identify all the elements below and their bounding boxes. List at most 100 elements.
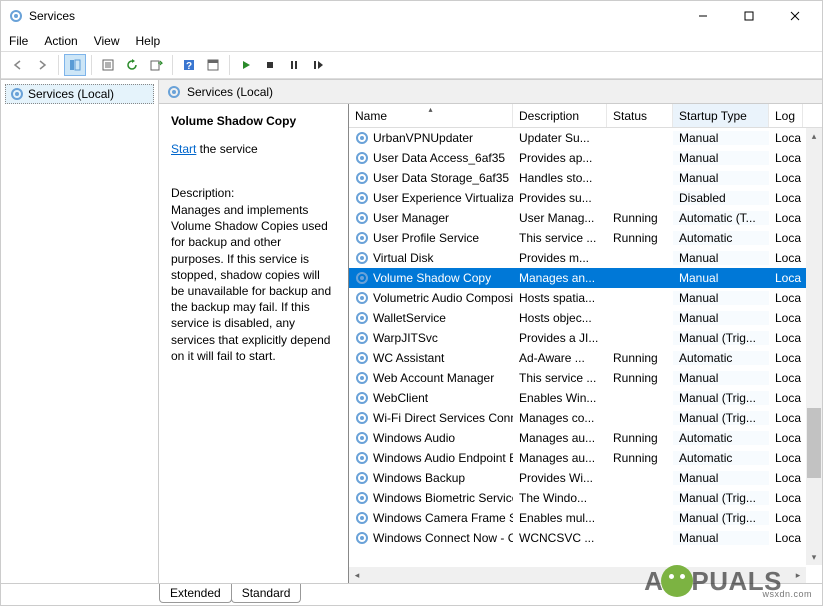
service-row[interactable]: Windows BackupProvides Wi...ManualLoca [349,468,822,488]
service-row[interactable]: Volumetric Audio Composit...Hosts spatia… [349,288,822,308]
start-service-button[interactable] [235,54,257,76]
cell-description: Provides Wi... [513,471,607,485]
cell-description: Manages au... [513,431,607,445]
col-status[interactable]: Status [607,104,673,127]
col-name[interactable]: ▴ Name [349,104,513,127]
cell-name: User Experience Virtualizati... [349,191,513,205]
cell-name-text: Windows Biometric Service [373,491,513,505]
cell-name-text: Wi-Fi Direct Services Conne... [373,411,513,425]
col-log[interactable]: Log [769,104,803,127]
service-row[interactable]: User Experience Virtualizati...Provides … [349,188,822,208]
cell-name: User Profile Service [349,231,513,245]
show-hide-tree-button[interactable] [64,54,86,76]
cell-startup: Manual [673,371,769,385]
service-row[interactable]: UrbanVPNUpdaterUpdater Su...ManualLoca [349,128,822,148]
detail-panel: Volume Shadow Copy Start the service Des… [159,104,349,583]
view-button[interactable] [202,54,224,76]
service-row[interactable]: User ManagerUser Manag...RunningAutomati… [349,208,822,228]
cell-name-text: Volumetric Audio Composit... [373,291,513,305]
vertical-scrollbar[interactable]: ▴ ▾ [806,128,822,565]
menu-view[interactable]: View [94,34,120,48]
scroll-thumb[interactable] [807,408,821,478]
gear-icon [355,531,369,545]
cell-name: User Data Storage_6af35 [349,171,513,185]
service-row[interactable]: WebClientEnables Win...Manual (Trig...Lo… [349,388,822,408]
scroll-up-button[interactable]: ▴ [806,128,822,144]
service-row[interactable]: Windows AudioManages au...RunningAutomat… [349,428,822,448]
service-row[interactable]: Virtual DiskProvides m...ManualLoca [349,248,822,268]
service-row[interactable]: WC AssistantAd-Aware ...RunningAutomatic… [349,348,822,368]
start-service-link[interactable]: Start [171,142,196,156]
toolbar-separator [229,55,230,75]
cell-description: Provides su... [513,191,607,205]
gear-icon [10,87,24,101]
main-area: Services (Local) Services (Local) Volume… [1,79,822,583]
titlebar: Services [1,1,822,31]
cell-description: This service ... [513,371,607,385]
service-row[interactable]: Windows Biometric ServiceThe Windo...Man… [349,488,822,508]
scroll-down-button[interactable]: ▾ [806,549,822,565]
maximize-button[interactable] [726,1,772,31]
menu-action[interactable]: Action [44,34,77,48]
stop-service-button[interactable] [259,54,281,76]
cell-name: WebClient [349,391,513,405]
restart-service-button[interactable] [307,54,329,76]
cell-log: Loca [769,271,803,285]
properties-button[interactable] [97,54,119,76]
back-button[interactable] [7,54,29,76]
cell-startup: Manual [673,471,769,485]
menu-help[interactable]: Help [136,34,161,48]
scroll-left-button[interactable]: ◂ [349,567,365,583]
export-button[interactable] [145,54,167,76]
gear-icon [355,271,369,285]
cell-name: Web Account Manager [349,371,513,385]
scroll-right-button[interactable]: ▸ [790,567,806,583]
menu-file[interactable]: File [9,34,28,48]
service-row[interactable]: WarpJITSvcProvides a JI...Manual (Trig..… [349,328,822,348]
col-name-label: Name [355,109,387,123]
horizontal-scrollbar[interactable]: ◂ ▸ [349,567,806,583]
cell-log: Loca [769,391,803,405]
service-row[interactable]: User Data Storage_6af35Handles sto...Man… [349,168,822,188]
service-row[interactable]: Volume Shadow CopyManages an...ManualLoc… [349,268,822,288]
cell-status: Running [607,451,673,465]
gear-icon [355,491,369,505]
gear-icon [355,131,369,145]
cell-description: This service ... [513,231,607,245]
cell-description: Manages au... [513,451,607,465]
col-startup[interactable]: Startup Type [673,104,769,127]
service-row[interactable]: User Data Access_6af35Provides ap...Manu… [349,148,822,168]
tree-root-services[interactable]: Services (Local) [5,84,154,104]
cell-name-text: Windows Backup [373,471,465,485]
gear-icon [355,471,369,485]
cell-name: WalletService [349,311,513,325]
gear-icon [355,451,369,465]
service-row[interactable]: Windows Camera Frame Se...Enables mul...… [349,508,822,528]
bottom-tabs: Extended Standard [1,583,822,605]
help-button[interactable]: ? [178,54,200,76]
service-row[interactable]: Wi-Fi Direct Services Conne...Manages co… [349,408,822,428]
service-row[interactable]: User Profile ServiceThis service ...Runn… [349,228,822,248]
minimize-button[interactable] [680,1,726,31]
svg-text:?: ? [186,61,192,72]
service-row[interactable]: Windows Audio Endpoint B...Manages au...… [349,448,822,468]
cell-startup: Manual [673,531,769,545]
close-button[interactable] [772,1,818,31]
cell-startup: Manual [673,271,769,285]
tab-standard[interactable]: Standard [231,584,302,603]
forward-button[interactable] [31,54,53,76]
service-row[interactable]: WalletServiceHosts objec...ManualLoca [349,308,822,328]
cell-description: Provides a JI... [513,331,607,345]
cell-startup: Manual (Trig... [673,331,769,345]
cell-name: WC Assistant [349,351,513,365]
cell-status: Running [607,351,673,365]
gear-icon [355,511,369,525]
tab-extended[interactable]: Extended [159,584,232,603]
cell-log: Loca [769,131,803,145]
cell-log: Loca [769,351,803,365]
col-description[interactable]: Description [513,104,607,127]
service-row[interactable]: Windows Connect Now - C...WCNCSVC ...Man… [349,528,822,548]
pause-service-button[interactable] [283,54,305,76]
refresh-button[interactable] [121,54,143,76]
service-row[interactable]: Web Account ManagerThis service ...Runni… [349,368,822,388]
